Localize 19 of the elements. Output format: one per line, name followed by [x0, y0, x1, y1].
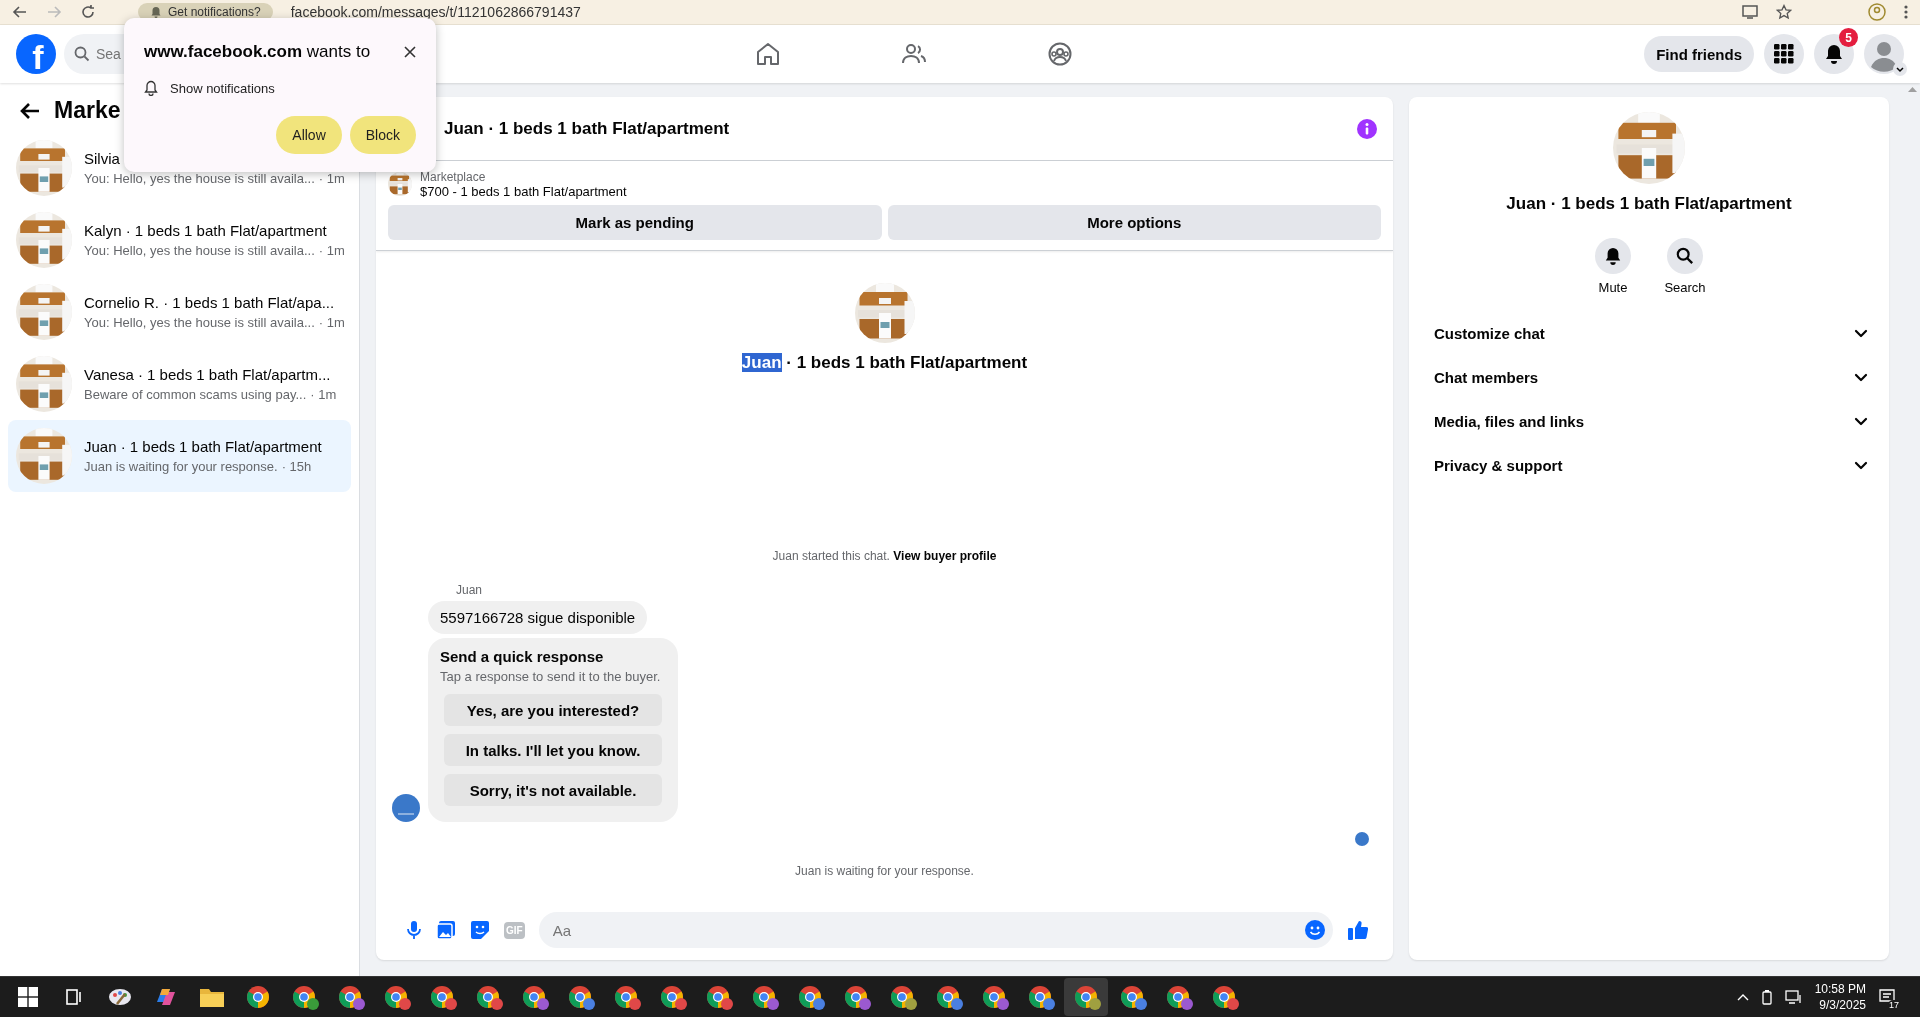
quick-response-title: Send a quick response — [440, 648, 605, 665]
listing-title: $700 - 1 beds 1 bath Flat/apartment — [420, 183, 627, 199]
quick-response-hint: Tap a response to send it to the buyer. — [440, 669, 662, 684]
message-bubble: 5597166728 sigue disponible — [428, 601, 648, 634]
sender-name: Juan — [456, 583, 484, 597]
section-title: Chat members — [1434, 368, 1539, 386]
chat-start-note: Juan started this chat. — [772, 549, 891, 563]
status-text: Juan is waiting for your response. — [794, 864, 975, 878]
chat-title: Juan · 1 beds 1 bath Flat/apartment — [444, 118, 730, 139]
dialog-title: www.facebook.com wants to — [144, 42, 371, 62]
contact-name: Juan · 1 beds 1 bath Flat/apartment — [1506, 194, 1792, 214]
notification-badge: 5 — [1839, 28, 1858, 47]
section-title: Media, files and links — [1434, 412, 1585, 430]
listing-label: Marketplace — [420, 169, 487, 184]
permission-label: Show notifications — [170, 80, 275, 96]
page-title: Marke — [54, 97, 121, 124]
listing-heading: Juan · 1 beds 1 bath Flat/apartment — [741, 353, 1028, 373]
section-title: Privacy & support — [1434, 456, 1563, 474]
section-title: Customize chat — [1434, 324, 1545, 342]
